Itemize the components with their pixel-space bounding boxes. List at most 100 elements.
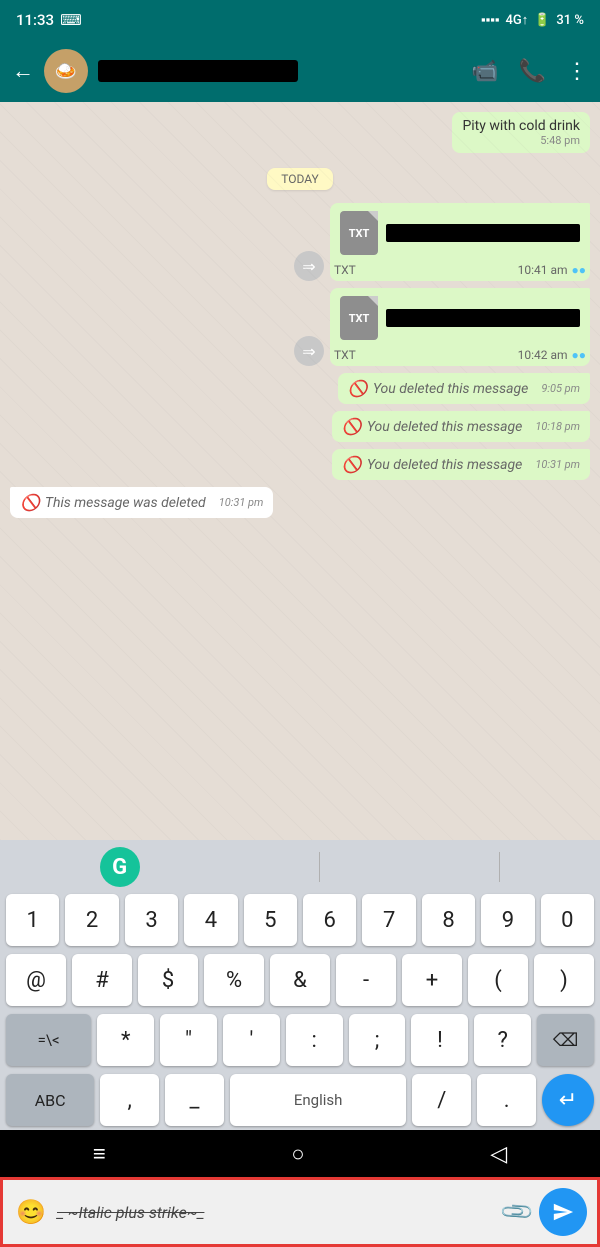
list-item: Pity with cold drink 5:48 pm — [452, 112, 590, 153]
grammarly-button[interactable]: G — [100, 847, 140, 887]
file-bubble: TXT TXT 10:41 am ●● — [330, 203, 590, 281]
key-2[interactable]: 2 — [65, 894, 118, 946]
key-question[interactable]: ? — [474, 1014, 531, 1066]
key-backspace[interactable]: ⌫ — [537, 1014, 594, 1066]
message-time: 5:48 pm — [540, 134, 580, 147]
number-row: 1 2 3 4 5 6 7 8 9 0 — [6, 894, 594, 946]
key-apostrophe[interactable]: ' — [223, 1014, 280, 1066]
deleted-message: 🚫 This message was deleted 10:31 pm — [20, 493, 263, 512]
keyboard: G 1 2 3 4 5 6 7 8 9 0 @ # $ % & - + ( ) — [0, 840, 600, 1130]
deleted-icon: 🚫 — [342, 417, 362, 436]
key-0[interactable]: 0 — [541, 894, 594, 946]
file-bubble: TXT TXT 10:42 am ●● — [330, 288, 590, 366]
key-quote[interactable]: " — [160, 1014, 217, 1066]
key-slash[interactable]: / — [412, 1074, 471, 1126]
file-content: TXT — [330, 203, 590, 263]
key-comma[interactable]: , — [100, 1074, 159, 1126]
file-label: TXT — [334, 263, 356, 277]
key-exclamation[interactable]: ! — [411, 1014, 468, 1066]
key-semicolon[interactable]: ; — [349, 1014, 406, 1066]
key-period[interactable]: . — [477, 1074, 536, 1126]
deleted-text: This message was deleted — [45, 495, 206, 511]
key-colon[interactable]: : — [286, 1014, 343, 1066]
date-separator: TODAY — [10, 168, 590, 190]
message-time: 10:42 am — [518, 348, 568, 362]
message-compose-row: 😊 _ ~Italic plus strike~_ 📎 — [0, 1177, 600, 1247]
header-action-icons: 📹 📞 ⋮ — [471, 59, 588, 84]
table-row: ⇒ TXT TXT 10:42 am ●● — [10, 288, 590, 366]
contact-avatar[interactable]: 🍛 — [44, 49, 88, 93]
key-asterisk[interactable]: * — [97, 1014, 154, 1066]
video-call-icon[interactable]: 📹 — [471, 59, 498, 84]
status-bar-left: 11:33 ⌨ — [16, 11, 82, 29]
table-row: 🚫 This message was deleted 10:31 pm — [10, 487, 590, 518]
key-space[interactable]: English — [230, 1074, 406, 1126]
nav-back-button[interactable]: ◁ — [490, 1142, 507, 1167]
signal-type: 4G↑ — [505, 12, 528, 28]
status-time: 11:33 — [16, 11, 54, 29]
message-input-text[interactable]: _ ~Italic plus strike~_ — [57, 1199, 496, 1226]
keyboard-toolbar: G — [0, 844, 600, 890]
attach-button-2[interactable]: 📎 — [499, 1193, 536, 1230]
message-time: 10:18 pm — [535, 420, 580, 433]
navigation-bar: ≡ ○ ◁ — [0, 1130, 600, 1178]
file-content: TXT — [330, 288, 590, 348]
deleted-message: 🚫 You deleted this message 10:31 pm — [342, 455, 580, 474]
deleted-message-bubble: 🚫 You deleted this message 9:05 pm — [338, 373, 590, 404]
deleted-message-bubble: 🚫 You deleted this message 10:31 pm — [332, 449, 590, 480]
table-row: 🚫 You deleted this message 10:31 pm — [10, 449, 590, 480]
signal-bars-icon: ▪▪▪▪ — [481, 12, 499, 28]
forward-icon: ⇒ — [294, 251, 324, 281]
voice-call-icon[interactable]: 📞 — [519, 59, 546, 84]
send-button-2[interactable] — [539, 1188, 587, 1236]
deleted-icon: 🚫 — [342, 455, 362, 474]
deleted-message: 🚫 You deleted this message 9:05 pm — [348, 379, 580, 398]
key-dollar[interactable]: $ — [138, 954, 198, 1006]
key-4[interactable]: 4 — [184, 894, 237, 946]
key-8[interactable]: 8 — [422, 894, 475, 946]
table-row: 🚫 You deleted this message 9:05 pm — [10, 373, 590, 404]
key-symbols-switch[interactable]: =\< — [6, 1014, 91, 1066]
message-time: 10:41 am — [518, 263, 568, 277]
file-footer: TXT 10:41 am ●● — [330, 263, 590, 281]
battery-level: 31 % — [556, 13, 584, 28]
deleted-text: You deleted this message — [373, 381, 528, 397]
file-label: TXT — [334, 348, 356, 362]
key-5[interactable]: 5 — [244, 894, 297, 946]
bottom-row: ABC , _ English / . ↵ — [6, 1074, 594, 1126]
grammarly-label: G — [112, 855, 127, 880]
key-close-paren[interactable]: ) — [534, 954, 594, 1006]
keyboard-rows: 1 2 3 4 5 6 7 8 9 0 @ # $ % & - + ( ) =\… — [0, 890, 600, 1126]
key-percent[interactable]: % — [204, 954, 264, 1006]
key-9[interactable]: 9 — [481, 894, 534, 946]
key-abc[interactable]: ABC — [6, 1074, 94, 1126]
back-button[interactable]: ← — [12, 58, 34, 84]
file-type-icon: TXT — [340, 211, 378, 255]
key-underscore[interactable]: _ — [165, 1074, 224, 1126]
key-enter[interactable]: ↵ — [542, 1074, 594, 1126]
file-name-bar — [386, 309, 580, 327]
key-open-paren[interactable]: ( — [468, 954, 528, 1006]
nav-home-button[interactable]: ○ — [291, 1141, 304, 1167]
key-7[interactable]: 7 — [362, 894, 415, 946]
symbol-row: @ # $ % & - + ( ) — [6, 954, 594, 1006]
key-at[interactable]: @ — [6, 954, 66, 1006]
chat-header: ← 🍛 📹 📞 ⋮ — [0, 40, 600, 102]
key-ampersand[interactable]: & — [270, 954, 330, 1006]
message-text: Pity with cold drink — [462, 118, 580, 134]
key-3[interactable]: 3 — [125, 894, 178, 946]
message-time: 10:31 pm — [535, 458, 580, 471]
more-options-icon[interactable]: ⋮ — [566, 59, 588, 84]
key-dash[interactable]: - — [336, 954, 396, 1006]
status-bar: 11:33 ⌨ ▪▪▪▪ 4G↑ 🔋 31 % — [0, 0, 600, 40]
emoji-button-2[interactable]: 😊 — [13, 1194, 49, 1230]
key-hash[interactable]: # — [72, 954, 132, 1006]
key-plus[interactable]: + — [402, 954, 462, 1006]
contact-name-bar — [98, 60, 298, 82]
nav-menu-button[interactable]: ≡ — [93, 1141, 106, 1167]
read-ticks: ●● — [572, 348, 587, 362]
key-1[interactable]: 1 — [6, 894, 59, 946]
key-6[interactable]: 6 — [303, 894, 356, 946]
message-time: 10:31 pm — [219, 496, 264, 509]
deleted-text: You deleted this message — [367, 457, 522, 473]
